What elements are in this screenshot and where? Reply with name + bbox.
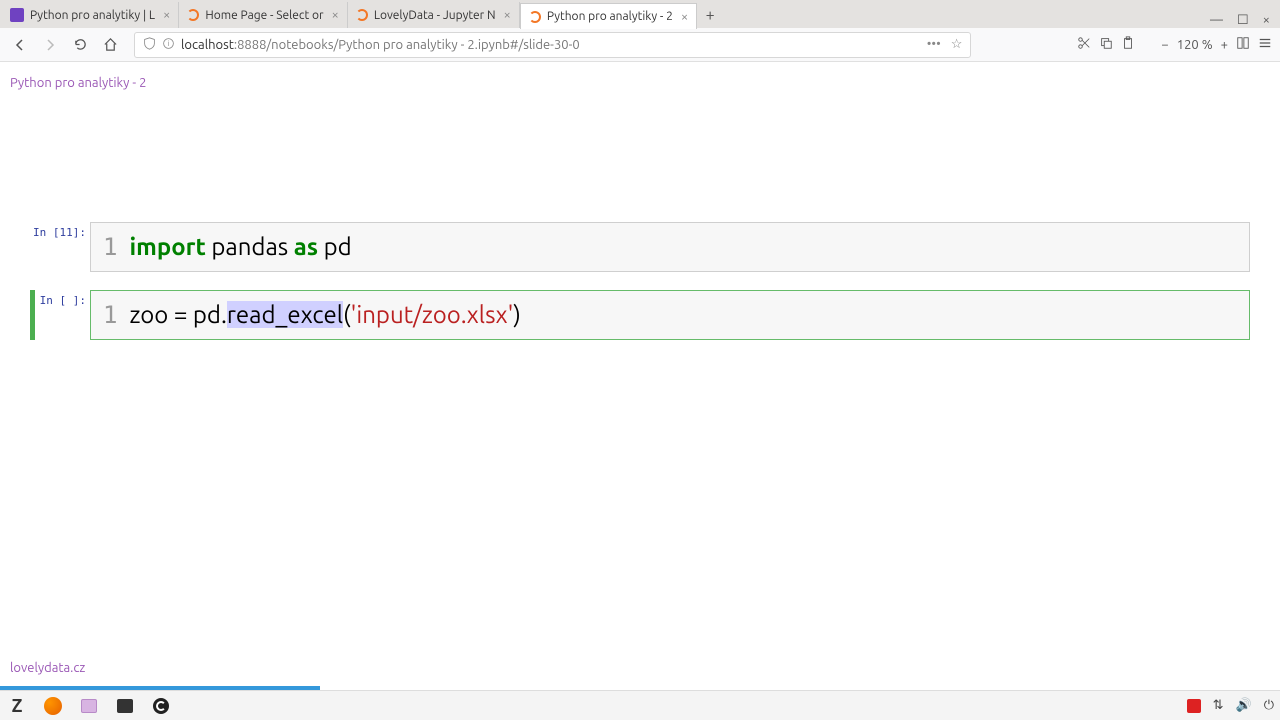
reload-button[interactable] <box>68 33 92 57</box>
favicon-icon <box>10 8 24 22</box>
close-icon[interactable]: × <box>163 8 170 22</box>
zorin-menu-icon[interactable]: Z <box>6 695 28 717</box>
tab-label: Python pro analytiky - 2 <box>547 10 673 23</box>
cell-inner[interactable]: 1 import pandas as pd <box>90 222 1250 272</box>
info-icon: i <box>162 37 175 53</box>
favicon-icon <box>356 9 368 21</box>
close-window-icon[interactable]: × <box>1263 13 1270 28</box>
volume-icon[interactable]: 🔊 <box>1236 698 1252 713</box>
tab-label: Python pro analytiky | L <box>30 9 155 22</box>
forward-button <box>38 33 62 57</box>
code-cell-1[interactable]: In [ ]: 1 zoo = pd.read_excel('input/zoo… <box>30 290 1250 340</box>
more-icon[interactable]: ••• <box>927 37 941 52</box>
taskbar: Z ⇅ 🔊 ⏻ <box>0 690 1280 720</box>
zoom-in-button[interactable]: + <box>1221 38 1228 52</box>
close-icon[interactable]: × <box>504 8 511 22</box>
maximize-icon[interactable]: ☐ <box>1237 13 1249 28</box>
zoom-level: 120 % <box>1177 38 1213 52</box>
tab-1[interactable]: Home Page - Select or × <box>179 2 347 28</box>
shield-icon <box>143 37 156 53</box>
copy-icon[interactable] <box>1099 36 1113 53</box>
cell-prompt: In [ ]: <box>30 290 90 340</box>
content-area: Python pro analytiky - 2 In [11]: 1 impo… <box>0 62 1280 690</box>
code-cell-0[interactable]: In [11]: 1 import pandas as pd <box>30 222 1250 272</box>
obs-icon[interactable] <box>150 695 172 717</box>
url-bar[interactable]: i localhost:8888/notebooks/Python pro an… <box>134 32 971 58</box>
svg-text:i: i <box>168 39 170 47</box>
firefox-icon[interactable] <box>42 695 64 717</box>
reader-icon[interactable] <box>1236 36 1250 53</box>
close-icon[interactable]: × <box>681 10 688 24</box>
tab-2[interactable]: LovelyData - Jupyter N × <box>348 2 520 28</box>
close-icon[interactable]: × <box>332 8 339 22</box>
zoom-out-button[interactable]: − <box>1161 38 1168 52</box>
url-actions: ••• ☆ <box>927 37 963 52</box>
breadcrumb[interactable]: Python pro analytiky - 2 <box>10 76 146 90</box>
tab-0[interactable]: Python pro analytiky | L × <box>2 2 179 28</box>
slide-progress <box>0 686 320 690</box>
zoom-controls: − 120 % + <box>1077 36 1272 53</box>
network-icon[interactable]: ⇅ <box>1213 698 1224 713</box>
url-text: localhost:8888/notebooks/Python pro anal… <box>181 38 580 52</box>
home-button[interactable] <box>98 33 122 57</box>
code-content[interactable]: zoo = pd.read_excel('input/zoo.xlsx') <box>129 301 521 329</box>
footer-link[interactable]: lovelydata.cz <box>10 661 85 675</box>
recording-icon[interactable] <box>1187 699 1201 713</box>
favicon-icon <box>529 11 541 23</box>
power-icon[interactable]: ⏻ <box>1264 698 1274 713</box>
line-number: 1 <box>103 301 117 329</box>
bookmark-icon[interactable]: ☆ <box>951 37 963 52</box>
code-content[interactable]: import pandas as pd <box>129 233 351 261</box>
files-icon[interactable] <box>78 695 100 717</box>
tab-3[interactable]: Python pro analytiky - 2 × <box>520 3 697 29</box>
cut-icon[interactable] <box>1077 36 1091 53</box>
cells-container: In [11]: 1 import pandas as pd In [ ]: 1… <box>30 222 1250 358</box>
minimize-icon[interactable]: — <box>1210 13 1223 28</box>
new-tab-button[interactable]: + <box>697 2 723 28</box>
cell-inner[interactable]: 1 zoo = pd.read_excel('input/zoo.xlsx') <box>90 290 1250 340</box>
terminal-icon[interactable] <box>114 695 136 717</box>
menu-icon[interactable] <box>1258 36 1272 53</box>
paste-icon[interactable] <box>1121 36 1135 53</box>
line-number: 1 <box>103 233 117 261</box>
cell-prompt: In [11]: <box>30 222 90 272</box>
window-controls: — ☐ × <box>1210 13 1280 28</box>
back-button[interactable] <box>8 33 32 57</box>
tray: ⇅ 🔊 ⏻ <box>1187 698 1274 713</box>
navbar: i localhost:8888/notebooks/Python pro an… <box>0 28 1280 62</box>
tab-strip: Python pro analytiky | L × Home Page - S… <box>0 0 1280 28</box>
tab-label: LovelyData - Jupyter N <box>374 9 496 22</box>
tab-label: Home Page - Select or <box>205 9 323 22</box>
favicon-icon <box>187 9 199 21</box>
